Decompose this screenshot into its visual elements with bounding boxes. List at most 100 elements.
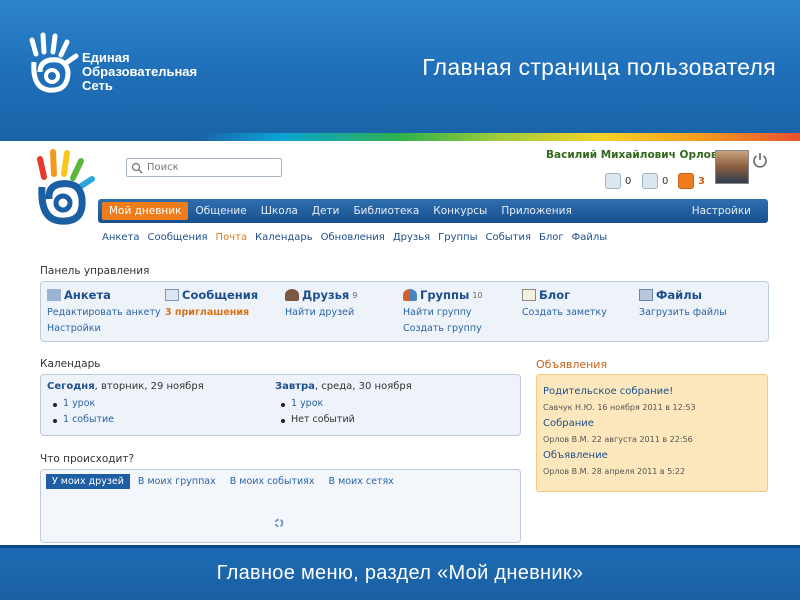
calendar-today: Сегодня, вторник, 29 ноября (47, 381, 204, 392)
announcement-title-link[interactable]: Родительское собрание! (543, 386, 673, 397)
nav-item-library[interactable]: Библиотека (346, 202, 426, 220)
groups-counter[interactable]: 3 (678, 172, 705, 190)
rainbow-stripe (0, 133, 800, 141)
calendar-title: Календарь (40, 358, 101, 370)
friends-counter[interactable]: 0 (642, 172, 668, 190)
subnav-item-messages[interactable]: Сообщения (148, 232, 208, 243)
find-friends-link[interactable]: Найти друзей (285, 307, 357, 318)
dashboard-col-header[interactable]: Группы 10 (403, 288, 483, 302)
nav-item-my-diary[interactable]: Мой дневник (102, 202, 189, 220)
logo-line: Образовательная (82, 64, 198, 79)
subnav-item-mail[interactable]: Почта (216, 232, 248, 243)
dashboard-col-blog: Блог Создать заметку (522, 288, 607, 318)
subnav-item-friends[interactable]: Друзья (393, 232, 430, 243)
today-lessons-link[interactable]: 1 урок (63, 398, 95, 409)
nav-item-contests[interactable]: Конкурсы (426, 202, 494, 220)
find-group-link[interactable]: Найти группу (403, 307, 483, 318)
tab-my-networks[interactable]: В моих сетях (323, 474, 400, 489)
search-icon (131, 162, 143, 174)
activity-title: Что происходит? (40, 453, 135, 465)
hand-logo-icon (29, 32, 79, 93)
dashboard-col-groups: Группы 10 Найти группу Создать группу (403, 288, 483, 334)
invitations-link[interactable]: 3 приглашения (165, 307, 258, 318)
dashboard-col-header[interactable]: Сообщения (165, 288, 258, 302)
today-events-link[interactable]: 1 событие (63, 414, 114, 425)
group-alert-icon (678, 173, 694, 189)
col-title: Блог (539, 288, 571, 302)
today-label: Сегодня (47, 381, 95, 392)
bullet (53, 403, 57, 407)
site-screenshot: Поиск Василий Михайлович Орлов 0 0 3 Мой… (30, 141, 780, 545)
nav-item-apps[interactable]: Приложения (494, 202, 578, 220)
counter-value: 0 (625, 175, 632, 187)
nav-item-communication[interactable]: Общение (188, 202, 253, 220)
subnav-item-blog[interactable]: Блог (539, 232, 564, 243)
subnav-item-files[interactable]: Файлы (572, 232, 608, 243)
announcements-title: Объявления (536, 358, 608, 371)
activity-tabs: У моих друзей В моих группах В моих собы… (46, 474, 402, 489)
announcement-title-link[interactable]: Объявление (543, 450, 608, 461)
slide-caption: Главное меню, раздел «Мой дневник» (216, 562, 584, 584)
slide-title: Главная страница пользователя (422, 54, 776, 80)
nav-item-children[interactable]: Дети (305, 202, 347, 220)
search-input[interactable]: Поиск (126, 158, 282, 177)
avatar[interactable] (715, 150, 749, 184)
logo-line: Единая (82, 50, 130, 65)
sub-nav: Анкета Сообщения Почта Календарь Обновле… (102, 232, 615, 243)
dashboard-col-header[interactable]: Файлы (639, 288, 727, 302)
dashboard-col-header[interactable]: Друзья 9 (285, 288, 357, 302)
messages-counter[interactable]: 0 (605, 172, 631, 190)
tomorrow-events-text: Нет событий (291, 414, 355, 425)
calendar-tomorrow: Завтра, среда, 30 ноября (275, 381, 412, 392)
tab-my-friends[interactable]: У моих друзей (46, 474, 130, 489)
subnav-item-profile[interactable]: Анкета (102, 232, 140, 243)
subnav-item-events[interactable]: События (485, 232, 531, 243)
envelope-icon (165, 289, 179, 301)
person-icon (642, 173, 658, 189)
subnav-item-updates[interactable]: Обновления (321, 232, 385, 243)
nav-item-school[interactable]: Школа (254, 202, 305, 220)
col-title: Группы (420, 288, 470, 302)
pencil-icon (522, 289, 536, 301)
slide: Единая Образовательная Сеть Главная стра… (0, 0, 800, 600)
dashboard-col-messages: Сообщения 3 приглашения (165, 288, 258, 318)
logo-text: Единая Образовательная Сеть (82, 51, 197, 93)
card-icon (47, 289, 61, 301)
groups-count: 10 (472, 290, 483, 300)
nav-item-settings[interactable]: Настройки (685, 202, 758, 220)
col-title: Сообщения (182, 288, 259, 302)
create-note-link[interactable]: Создать заметку (522, 307, 607, 318)
announcement-title-link[interactable]: Собрание (543, 418, 594, 429)
user-name-link[interactable]: Василий Михайлович Орлов (546, 149, 718, 161)
dashboard-col-header[interactable]: Анкета (47, 288, 161, 302)
site-hand-logo-icon (37, 149, 95, 225)
create-group-link[interactable]: Создать группу (403, 323, 483, 334)
dashboard-col-profile: Анкета Редактировать анкету Настройки (47, 288, 161, 334)
announcements-panel: Родительское собрание! Савчук Н.Ю. 16 но… (536, 374, 768, 492)
bullet (281, 403, 285, 407)
power-icon[interactable] (752, 151, 768, 169)
subnav-item-calendar[interactable]: Календарь (255, 232, 313, 243)
group-icon (403, 289, 417, 301)
tab-my-groups[interactable]: В моих группах (132, 474, 222, 489)
main-nav: Мой дневник Общение Школа Дети Библиотек… (98, 199, 768, 223)
dashboard-col-friends: Друзья 9 Найти друзей (285, 288, 357, 318)
logo-line: Сеть (82, 78, 113, 93)
col-title: Анкета (64, 288, 111, 302)
counter-value: 0 (662, 175, 669, 187)
tomorrow-label: Завтра (275, 381, 315, 392)
dashboard-col-files: Файлы Загрузить файлы (639, 288, 727, 318)
tab-my-events[interactable]: В моих событиях (224, 474, 321, 489)
envelope-icon (605, 173, 621, 189)
edit-profile-link[interactable]: Редактировать анкету (47, 307, 161, 318)
bullet (53, 419, 57, 423)
announcement-meta: Савчук Н.Ю. 16 ноября 2011 в 12:53 (543, 403, 696, 412)
col-title: Друзья (302, 288, 350, 302)
settings-link[interactable]: Настройки (47, 323, 161, 334)
tomorrow-lessons-link[interactable]: 1 урок (291, 398, 323, 409)
folder-icon (639, 289, 653, 301)
upload-files-link[interactable]: Загрузить файлы (639, 307, 727, 318)
subnav-item-groups[interactable]: Группы (438, 232, 477, 243)
dashboard-col-header[interactable]: Блог (522, 288, 607, 302)
dashboard-title: Панель управления (40, 265, 150, 277)
